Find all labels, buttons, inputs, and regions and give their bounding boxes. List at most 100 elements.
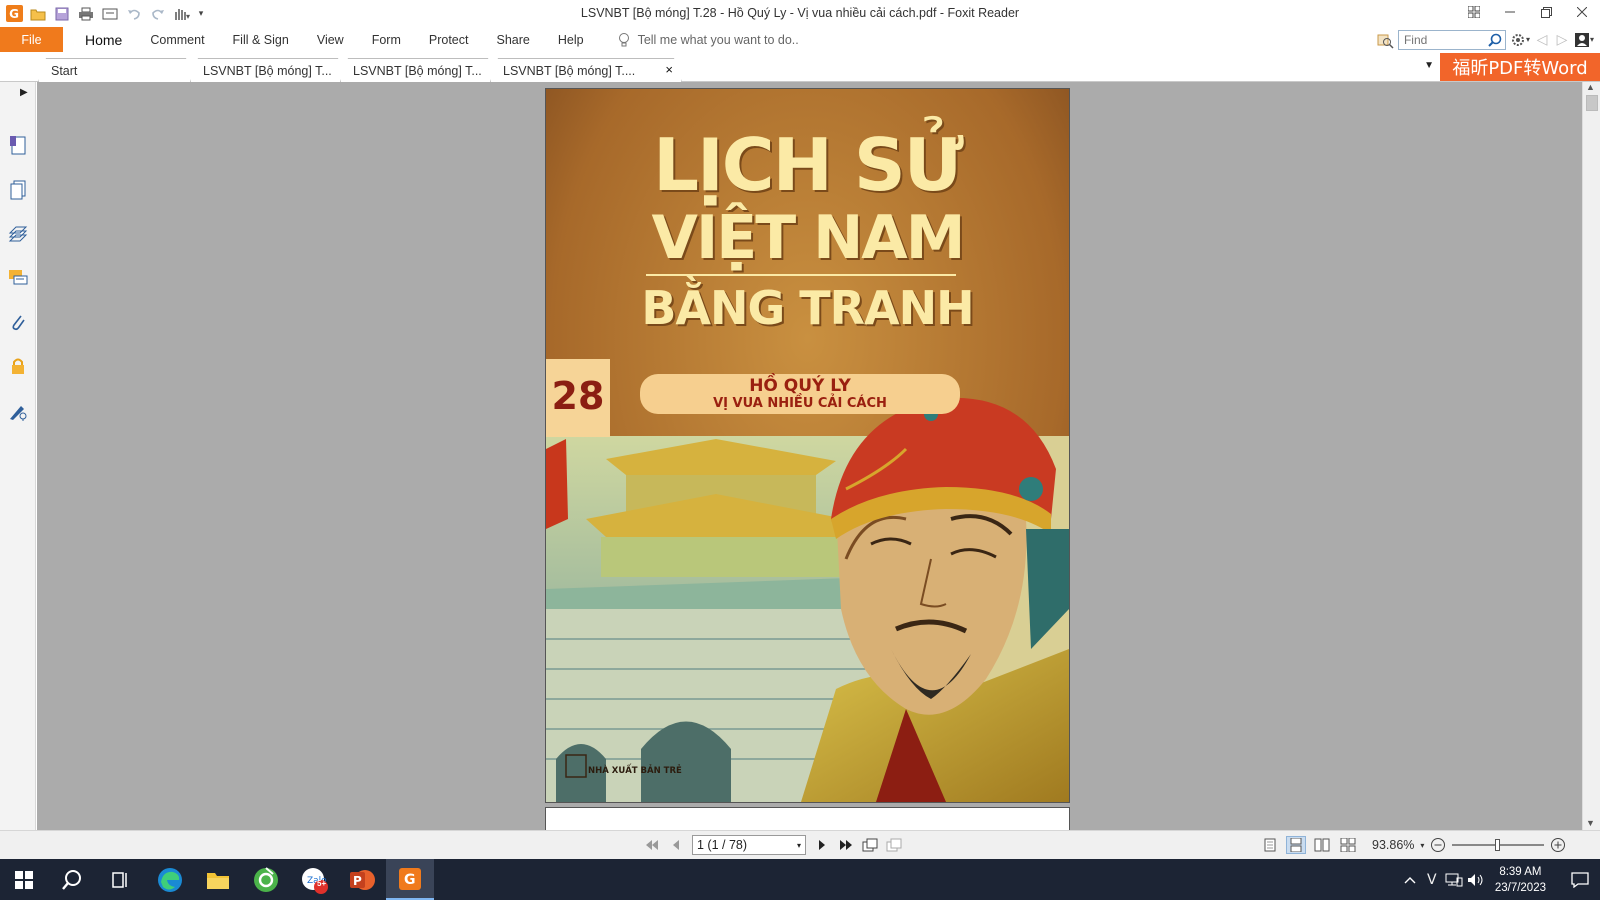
attachments-icon[interactable]: [7, 311, 29, 333]
file-menu-button[interactable]: File: [0, 27, 63, 52]
single-page-view-icon[interactable]: [1260, 836, 1280, 854]
last-page-icon[interactable]: [838, 836, 854, 854]
hand-tool-icon[interactable]: ▾: [172, 4, 192, 24]
pdf-to-word-banner[interactable]: 福昕PDF转Word: [1440, 53, 1600, 81]
zoom-slider[interactable]: [1452, 836, 1545, 854]
menu-fill-sign[interactable]: Fill & Sign: [219, 27, 303, 52]
continuous-facing-view-icon[interactable]: [1338, 836, 1358, 854]
notification-center-icon[interactable]: [1560, 871, 1600, 888]
signature-panel-icon[interactable]: [7, 400, 29, 422]
vietkey-input-icon[interactable]: V: [1421, 872, 1443, 888]
tell-me-search[interactable]: Tell me what you want to do..: [618, 32, 799, 48]
zoom-dropdown-icon[interactable]: ▾: [1420, 841, 1424, 850]
search-options-gear-icon[interactable]: ▾: [1510, 32, 1530, 48]
facing-view-icon[interactable]: [1312, 836, 1332, 854]
system-clock[interactable]: 8:39 AM 23/7/2023: [1495, 864, 1546, 896]
pdf-page-cover: LỊCH SỬ VIỆT NAM BẰNG TRANH 28 HỒ QUÝ LY…: [546, 89, 1069, 802]
start-button[interactable]: [0, 859, 48, 900]
menu-form[interactable]: Form: [358, 27, 415, 52]
scroll-down-icon[interactable]: ▼: [1586, 818, 1595, 828]
find-input[interactable]: [1403, 32, 1486, 47]
previous-page-icon[interactable]: [668, 836, 684, 854]
find-box[interactable]: [1397, 29, 1506, 50]
search-icon: [62, 869, 81, 890]
scroll-thumb[interactable]: [1586, 95, 1598, 111]
search-icon[interactable]: [1488, 33, 1502, 47]
lightbulb-icon: [618, 32, 629, 46]
save-icon[interactable]: [52, 4, 72, 24]
scroll-up-icon[interactable]: ▲: [1586, 82, 1595, 92]
menu-protect[interactable]: Protect: [415, 27, 483, 52]
tab-document-active[interactable]: LSVNBT [Bộ móng] T.... ×: [490, 58, 682, 82]
vertical-scrollbar[interactable]: ▲ ▼: [1582, 82, 1600, 830]
security-lock-icon[interactable]: [7, 355, 29, 377]
document-tab-bar: Start LSVNBT [Bộ móng] T... LSVNBT [Bộ m…: [0, 52, 1600, 82]
zoom-slider-thumb[interactable]: [1495, 839, 1501, 851]
page-number-select[interactable]: 1 (1 / 78) ▾: [692, 835, 806, 855]
menu-comment[interactable]: Comment: [136, 27, 218, 52]
user-account-icon[interactable]: ▾: [1574, 32, 1594, 48]
next-page-icon[interactable]: [814, 836, 830, 854]
pages-thumbnails-icon[interactable]: [7, 179, 29, 201]
first-page-icon[interactable]: [644, 836, 660, 854]
taskbar-search-button[interactable]: [48, 859, 96, 900]
powerpoint-icon: P: [350, 869, 375, 890]
menu-home[interactable]: Home: [71, 27, 136, 52]
previous-view-icon[interactable]: [862, 836, 878, 854]
svg-text:P: P: [353, 874, 362, 888]
page-view-icon[interactable]: [100, 4, 120, 24]
find-settings-icon[interactable]: [1376, 31, 1394, 49]
zoom-controls: 93.86% ▾: [1372, 836, 1566, 854]
find-area: ▾ ◁ ▷ ▾: [1376, 27, 1600, 52]
taskbar-foxit-reader[interactable]: G: [386, 859, 434, 900]
layers-icon[interactable]: [7, 223, 29, 245]
tab-label: LSVNBT [Bộ móng] T...: [353, 63, 482, 78]
redo-icon[interactable]: [148, 4, 168, 24]
volume-icon[interactable]: [1465, 873, 1487, 887]
system-tray: V 8:39 AM 23/7/2023: [1399, 859, 1600, 900]
navigation-sidebar: ▶: [0, 82, 36, 830]
menu-share[interactable]: Share: [482, 27, 543, 52]
chevron-down-icon: ▾: [796, 840, 801, 850]
document-viewport[interactable]: LỊCH SỬ VIỆT NAM BẰNG TRANH 28 HỒ QUÝ LY…: [37, 82, 1582, 830]
zoom-out-icon[interactable]: [1430, 837, 1446, 853]
taskbar-file-explorer[interactable]: [194, 859, 242, 900]
folder-icon: [207, 872, 229, 889]
taskbar-edge[interactable]: [146, 859, 194, 900]
minimize-icon[interactable]: [1492, 0, 1528, 24]
app-menu-button[interactable]: G: [4, 4, 24, 24]
zoom-level-value[interactable]: 93.86%: [1372, 838, 1414, 852]
tab-document-1[interactable]: LSVNBT [Bộ móng] T...: [190, 58, 346, 82]
next-view-icon[interactable]: [886, 836, 902, 854]
comments-icon[interactable]: [7, 267, 29, 289]
bookmarks-icon[interactable]: [7, 134, 29, 156]
expand-panel-icon[interactable]: ▶: [20, 87, 28, 98]
continuous-view-icon[interactable]: [1286, 836, 1306, 854]
undo-icon[interactable]: [124, 4, 144, 24]
taskbar-powerpoint[interactable]: P: [338, 859, 386, 900]
edge-browser-icon: [158, 867, 182, 892]
notification-badge: 5+: [317, 879, 327, 888]
taskbar-app-green[interactable]: [242, 859, 290, 900]
tab-list-dropdown-icon[interactable]: ▼: [1424, 60, 1434, 71]
close-tab-icon[interactable]: ×: [665, 62, 673, 77]
print-icon[interactable]: [76, 4, 96, 24]
close-window-icon[interactable]: [1564, 0, 1600, 24]
zoom-in-icon[interactable]: [1550, 837, 1566, 853]
tab-start[interactable]: Start: [38, 58, 194, 82]
show-hidden-icons-icon[interactable]: [1399, 876, 1421, 884]
find-next-icon[interactable]: ▷: [1554, 31, 1570, 48]
taskbar-zalo[interactable]: Zalo 5+: [290, 859, 338, 900]
customize-toolbar-icon[interactable]: ▾: [196, 4, 206, 24]
tab-document-2[interactable]: LSVNBT [Bộ móng] T...: [340, 58, 496, 82]
network-icon[interactable]: [1443, 873, 1465, 887]
find-previous-icon[interactable]: ◁: [1534, 31, 1550, 48]
cover-title-line1: LỊCH SỬ: [653, 123, 964, 207]
menu-view[interactable]: View: [303, 27, 358, 52]
restore-icon[interactable]: [1528, 0, 1564, 24]
task-view-button[interactable]: [96, 859, 144, 900]
open-folder-icon[interactable]: [28, 4, 48, 24]
menu-help[interactable]: Help: [544, 27, 598, 52]
green-app-icon: [254, 866, 278, 892]
ribbon-toggle-icon[interactable]: [1456, 0, 1492, 24]
